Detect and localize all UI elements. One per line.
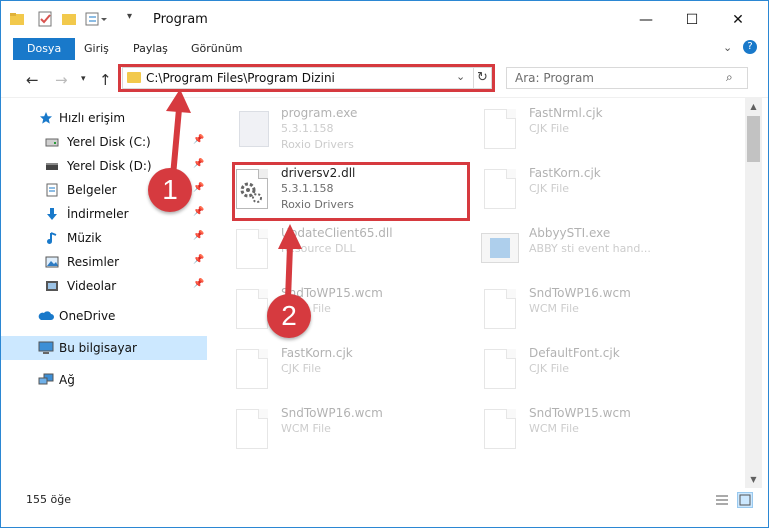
annotation-arrows: [166, 89, 302, 300]
step-two-badge: 2: [267, 294, 311, 338]
explorer-window: ▾ Program — ☐ ✕ Dosya Giriş Paylaş Görün…: [0, 0, 769, 528]
step-one-badge: 1: [148, 168, 192, 212]
